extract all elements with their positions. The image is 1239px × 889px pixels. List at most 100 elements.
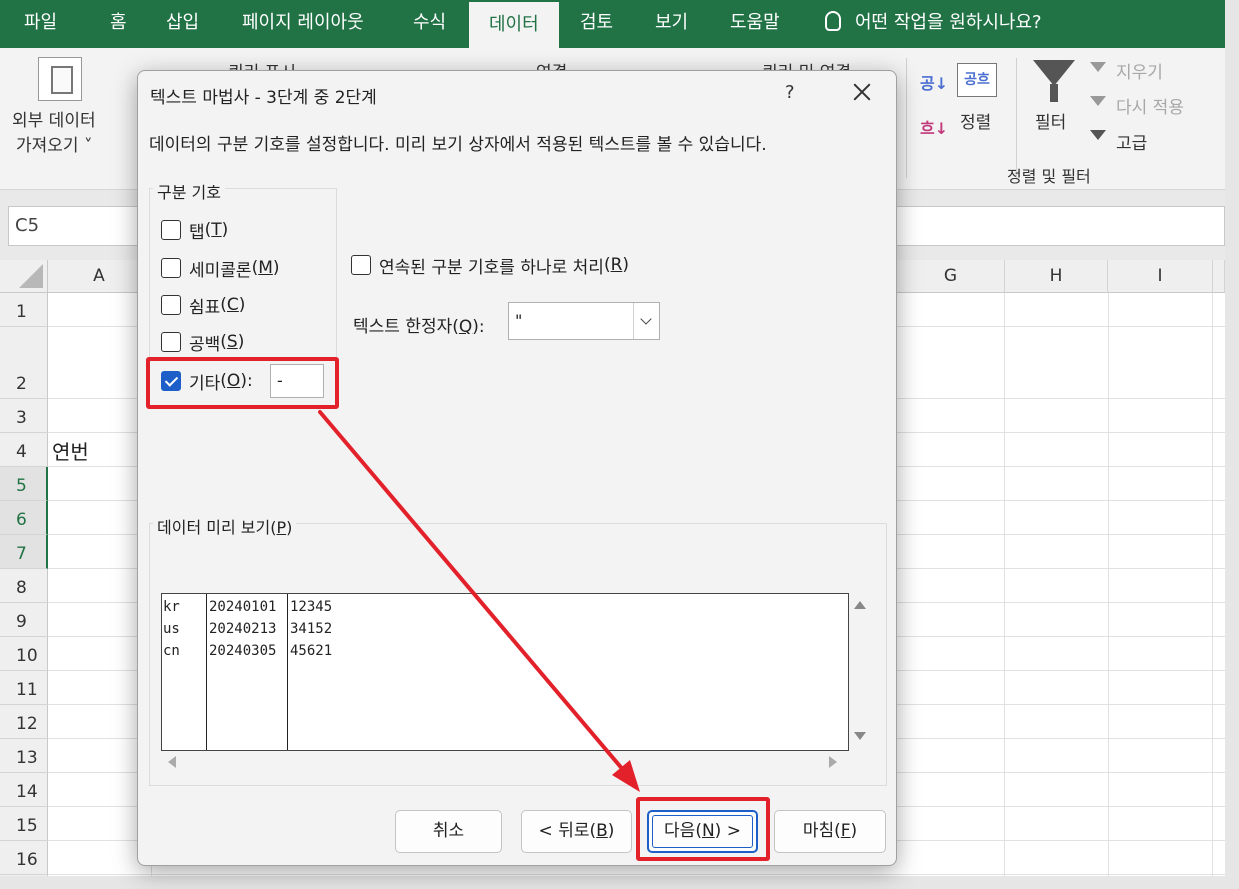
delimiter-semicolon-checkbox[interactable]: 세미콜론(M)	[161, 256, 280, 281]
dialog-title: 텍스트 마법사 - 3단계 중 2단계	[150, 88, 377, 108]
tab-file[interactable]: 파일	[24, 0, 57, 48]
tab-formulas[interactable]: 수식	[413, 0, 446, 48]
access-key: C	[226, 295, 239, 315]
row-header[interactable]: 11	[0, 671, 48, 705]
checkbox-label: 공백	[189, 334, 221, 355]
row-header[interactable]: 13	[0, 739, 48, 773]
sort-asc-icon[interactable]: 공↓	[920, 70, 948, 94]
tab-insert[interactable]: 삽입	[166, 0, 199, 48]
qualifier-value: "	[515, 311, 523, 330]
tab-data[interactable]: 데이터	[469, 2, 559, 48]
highlight-next-button	[636, 797, 770, 861]
checkbox-box[interactable]	[351, 255, 371, 275]
sort-desc-icon[interactable]: 흐↓	[920, 115, 948, 139]
external-data-icon[interactable]	[38, 57, 82, 101]
dialog-description: 데이터의 구분 기호를 설정합니다. 미리 보기 상자에서 적용된 텍스트를 볼…	[149, 135, 767, 155]
checkbox-label: 연속된 구분 기호를 하나로 처리	[379, 257, 604, 278]
preview-label-text: 데이터 미리 보기	[157, 518, 271, 537]
row-header[interactable]: 14	[0, 773, 48, 807]
access-key: T	[211, 220, 222, 240]
delimiter-space-checkbox[interactable]: 공백(S)	[161, 330, 244, 355]
preview-cell: 45621	[290, 643, 333, 659]
ribbon-separator	[906, 58, 907, 178]
row-header[interactable]: 10	[0, 637, 48, 671]
sort-icon[interactable]: 공흐	[957, 63, 997, 97]
formula-input[interactable]	[896, 206, 1225, 246]
scroll-right-icon[interactable]	[829, 756, 837, 768]
column-header-g[interactable]: G	[897, 260, 1005, 293]
sort-filter-group-label: 정렬 및 필터	[1007, 167, 1091, 186]
tab-review[interactable]: 검토	[580, 0, 613, 48]
row-header[interactable]: 2	[0, 327, 48, 399]
checkbox-box[interactable]	[161, 258, 181, 278]
row-header[interactable]: 9	[0, 603, 48, 637]
ribbon-tab-bar: 파일 홈 삽입 페이지 레이아웃 수식 데이터 검토 보기 도움말 어떤 작업을…	[0, 0, 1225, 48]
preview-column-1[interactable]	[162, 594, 207, 750]
row-header[interactable]: 15	[0, 807, 48, 841]
preview-cell: 20240213	[209, 621, 277, 637]
checkbox-box[interactable]	[161, 220, 181, 240]
access-key: B	[596, 821, 608, 841]
clear-button[interactable]: 지우기	[1116, 58, 1163, 83]
tab-help[interactable]: 도움말	[730, 0, 780, 48]
data-preview-box[interactable]: kr 20240101 12345 us 20240213 34152 cn 2…	[161, 593, 849, 751]
preview-column-2[interactable]	[207, 594, 288, 750]
preview-cell: 12345	[290, 599, 333, 615]
row-header[interactable]: 16	[0, 841, 48, 875]
external-data-label-2[interactable]: 가져오기 ˅	[16, 131, 92, 156]
row-header[interactable]: 8	[0, 569, 48, 603]
select-all-corner[interactable]	[0, 260, 48, 293]
column-header-a[interactable]: A	[48, 260, 151, 293]
grid-line	[1004, 293, 1005, 876]
back-button[interactable]: < 뒤로(B)	[521, 810, 632, 853]
cell-a4[interactable]: 연번	[52, 436, 89, 465]
tab-page-layout[interactable]: 페이지 레이아웃	[242, 0, 364, 48]
finish-button-label: 마침	[802, 821, 835, 841]
text-wizard-dialog: 텍스트 마법사 - 3단계 중 2단계 ? 데이터의 구분 기호를 설정합니다.…	[137, 70, 897, 866]
checkbox-box[interactable]	[161, 332, 181, 352]
text-qualifier-select[interactable]: "	[508, 302, 660, 340]
chevron-down-icon[interactable]	[633, 303, 659, 339]
preview-group-label: 데이터 미리 보기(P)	[153, 514, 297, 538]
reapply-button[interactable]: 다시 적용	[1116, 93, 1184, 118]
row-header-selected[interactable]: 5	[0, 467, 48, 501]
scroll-down-icon[interactable]	[854, 732, 866, 740]
finish-button[interactable]: 마침(F)	[774, 810, 886, 853]
tell-me-search[interactable]: 어떤 작업을 원하시나요?	[825, 0, 1042, 48]
tab-view[interactable]: 보기	[655, 0, 688, 48]
checkbox-label: 세미콜론	[189, 260, 252, 281]
access-key: M	[258, 258, 273, 278]
row-header-selected[interactable]: 7	[0, 535, 48, 569]
consecutive-delimiter-checkbox[interactable]: 연속된 구분 기호를 하나로 처리(R)	[351, 253, 629, 278]
external-data-label-1[interactable]: 외부 데이터	[12, 106, 96, 131]
scroll-up-icon[interactable]	[854, 601, 866, 609]
filter-button[interactable]: 필터	[1035, 108, 1066, 133]
back-button-label: < 뒤로	[538, 821, 590, 841]
vertical-scrollbar[interactable]	[1225, 0, 1239, 889]
column-header-h[interactable]: H	[1005, 260, 1108, 293]
delimiter-comma-checkbox[interactable]: 쉼표(C)	[161, 293, 245, 318]
sort-button[interactable]: 정렬	[960, 108, 991, 133]
tell-me-text: 어떤 작업을 원하시나요?	[855, 12, 1042, 33]
qualifier-label-text: 텍스트 한정자	[353, 317, 453, 337]
access-key: F	[840, 821, 851, 841]
close-icon[interactable]	[849, 79, 875, 105]
tab-home[interactable]: 홈	[110, 0, 127, 48]
name-box[interactable]: C5	[8, 206, 138, 246]
filter-icon[interactable]	[1033, 60, 1075, 86]
row-header[interactable]: 1	[0, 293, 48, 327]
advanced-button[interactable]: 고급	[1116, 129, 1147, 154]
cancel-button[interactable]: 취소	[395, 810, 502, 853]
row-header[interactable]: 3	[0, 399, 48, 433]
row-header[interactable]: 4	[0, 433, 48, 467]
delimiter-tab-checkbox[interactable]: 탭(T)	[161, 218, 228, 243]
checkbox-box[interactable]	[161, 295, 181, 315]
row-header[interactable]: 12	[0, 705, 48, 739]
preview-cell: 34152	[290, 621, 333, 637]
scroll-left-icon[interactable]	[168, 756, 176, 768]
row-header-selected[interactable]: 6	[0, 501, 48, 535]
column-header-i[interactable]: I	[1108, 260, 1213, 293]
delimiters-group-label: 구분 기호	[153, 179, 225, 203]
help-icon[interactable]: ?	[785, 82, 795, 103]
grid-line	[48, 874, 1225, 875]
